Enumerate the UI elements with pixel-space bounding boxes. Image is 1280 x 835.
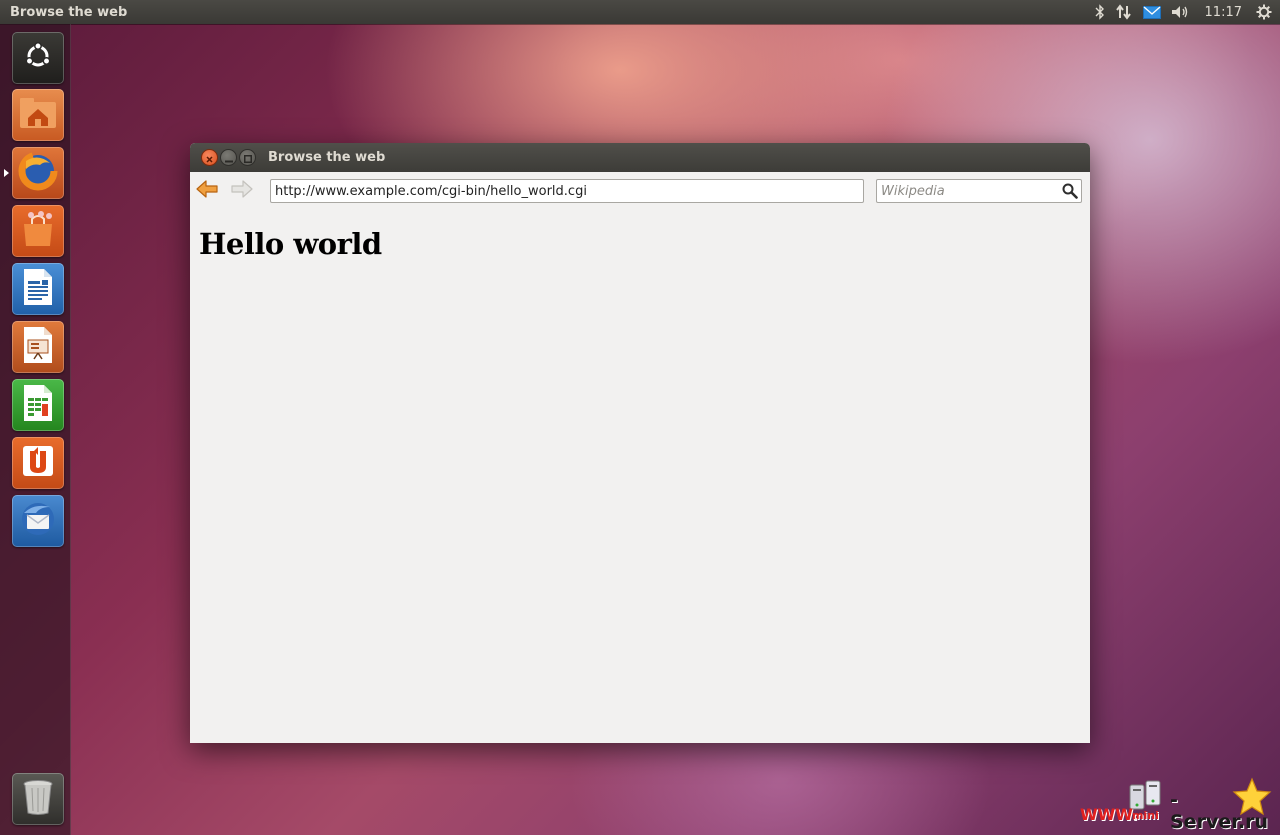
- launcher-libreoffice-impress[interactable]: [12, 321, 64, 373]
- impress-presentation-icon: [22, 326, 54, 368]
- launcher-home-folder[interactable]: [12, 89, 64, 141]
- forward-arrow-icon: [230, 179, 254, 203]
- search-box[interactable]: [876, 179, 1082, 203]
- window-titlebar[interactable]: Browse the web: [190, 143, 1090, 172]
- ubuntu-one-icon: [20, 443, 56, 483]
- launcher-dash-home[interactable]: [12, 32, 64, 84]
- volume-icon[interactable]: [1171, 5, 1191, 19]
- launcher-trash[interactable]: [12, 773, 64, 825]
- launcher-firefox[interactable]: [12, 147, 64, 199]
- settings-gear-icon[interactable]: [1256, 4, 1272, 20]
- trash-icon: [21, 778, 55, 820]
- minimize-icon: [224, 148, 233, 167]
- watermark-www: WWW.: [1080, 805, 1138, 824]
- indicator-area: 11:17: [1095, 4, 1272, 20]
- panel-app-title: Browse the web: [10, 4, 128, 20]
- close-icon: [206, 148, 213, 167]
- window-minimize-button[interactable]: [220, 149, 237, 166]
- search-icon[interactable]: [1062, 183, 1078, 203]
- mail-icon[interactable]: [1142, 5, 1161, 19]
- star-icon: [1232, 777, 1272, 821]
- search-input[interactable]: [877, 180, 1065, 203]
- window-close-button[interactable]: [201, 149, 218, 166]
- bluetooth-icon[interactable]: [1095, 4, 1105, 20]
- launcher-libreoffice-calc[interactable]: [12, 379, 64, 431]
- top-panel: Browse the web 11:17: [0, 0, 1280, 24]
- calc-spreadsheet-icon: [22, 384, 54, 426]
- shopping-bag-icon: [19, 210, 57, 252]
- launcher-thunderbird[interactable]: [12, 495, 64, 547]
- running-indicator: [4, 169, 9, 177]
- ubuntu-logo-icon: [23, 41, 53, 75]
- browser-window: Browse the web Hello world: [190, 143, 1090, 743]
- back-arrow-icon: [195, 179, 219, 203]
- launcher: [0, 24, 71, 835]
- watermark-mini: mini: [1132, 809, 1159, 822]
- url-input[interactable]: [270, 179, 864, 203]
- network-icon[interactable]: [1115, 4, 1133, 20]
- writer-document-icon: [22, 268, 54, 310]
- launcher-software-center[interactable]: [12, 205, 64, 257]
- window-maximize-button[interactable]: [239, 149, 256, 166]
- home-folder-icon: [18, 96, 58, 134]
- back-button[interactable]: [194, 180, 220, 202]
- page-heading: Hello world: [199, 227, 382, 261]
- clock[interactable]: 11:17: [1205, 5, 1242, 20]
- page-content: Hello world: [190, 208, 1090, 743]
- thunderbird-icon: [18, 499, 58, 543]
- forward-button[interactable]: [229, 180, 255, 202]
- watermark-logo: WWW. mini -Server.ru: [1080, 775, 1275, 833]
- firefox-icon: [18, 151, 58, 195]
- browser-toolbar: [190, 172, 1090, 208]
- launcher-libreoffice-writer[interactable]: [12, 263, 64, 315]
- launcher-ubuntu-one[interactable]: [12, 437, 64, 489]
- window-title: Browse the web: [268, 150, 386, 165]
- maximize-icon: [243, 148, 252, 167]
